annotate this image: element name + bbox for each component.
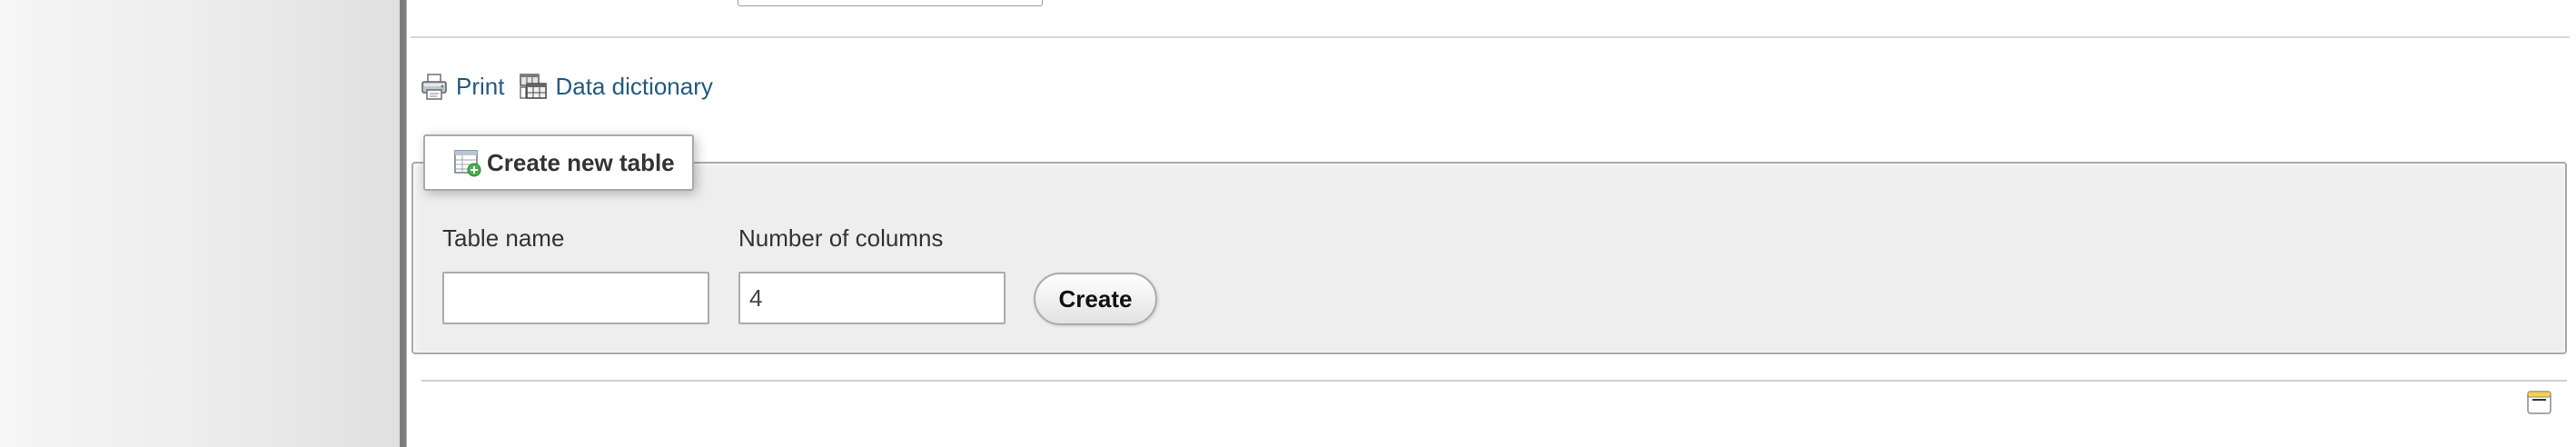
create-table-title: Create new table [487,148,675,176]
table-name-input[interactable] [442,272,709,324]
printer-icon [420,72,449,101]
create-table-fieldset [411,162,2567,354]
data-dictionary-link[interactable]: Data dictionary [519,72,713,101]
navigation-panel [0,0,400,447]
print-link-label: Print [456,72,505,100]
table-add-icon [452,148,481,177]
num-columns-label: Number of columns [738,224,944,252]
print-link[interactable]: Print [420,72,504,101]
data-dictionary-link-label: Data dictionary [555,72,713,100]
navigation-resizer[interactable] [400,0,406,447]
data-dictionary-icon [519,72,548,101]
divider [421,380,2567,382]
page: Print Data dictionary Create new table T… [0,0,2576,447]
create-table-legend: Create new table [423,134,694,191]
divider [411,36,2570,38]
page-links: Print Data dictionary [420,70,713,103]
table-name-label: Table name [442,224,565,252]
create-button[interactable]: Create [1034,273,1157,325]
partial-select-field[interactable] [738,0,1043,6]
console-window-icon[interactable] [2526,389,2553,416]
num-columns-input[interactable] [738,272,1006,324]
